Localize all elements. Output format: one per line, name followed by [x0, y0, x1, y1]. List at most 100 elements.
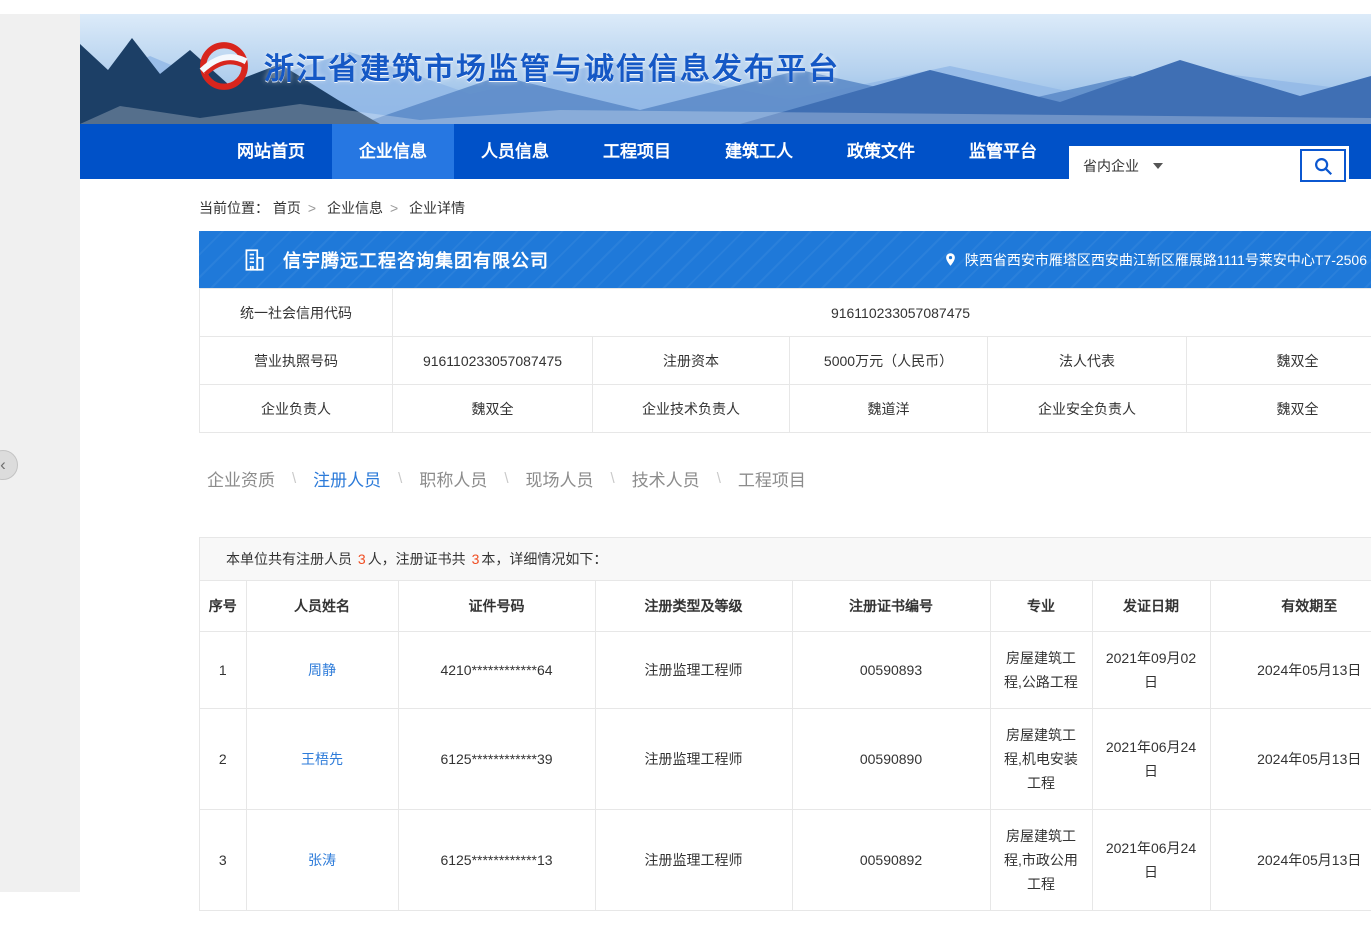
breadcrumb-link[interactable]: 企业信息 — [327, 200, 383, 216]
people-count: 3 — [356, 551, 368, 567]
registered-personnel-panel: 本单位共有注册人员 3人，注册证书共 3本，详细情况如下： 序号 人员姓名 证件… — [199, 537, 1371, 911]
summary-prefix: 本单位共有注册人员 — [226, 551, 356, 567]
nav-item[interactable]: 企业信息 — [332, 124, 454, 179]
info-value: 魏双全 — [1187, 385, 1371, 433]
cell-id-number: 4210************64 — [398, 632, 595, 709]
info-label: 法人代表 — [988, 337, 1187, 385]
cell-major: 房屋建筑工程,市政公用工程 — [990, 810, 1092, 911]
site-logo-icon — [198, 40, 250, 92]
info-row: 营业执照号码 916110233057087475 注册资本 5000万元（人民… — [200, 337, 1371, 385]
tab-separator: \ — [398, 470, 402, 487]
summary-line: 本单位共有注册人员 3人，注册证书共 3本，详细情况如下： — [200, 538, 1371, 581]
info-label: 统一社会信用代码 — [200, 289, 393, 337]
tab-separator: \ — [611, 470, 615, 487]
nav-search-box: 省内企业 — [1069, 146, 1349, 185]
col-header-major: 专业 — [990, 581, 1092, 632]
tab: 技术人员 \ — [624, 460, 730, 497]
tab-separator: \ — [504, 470, 508, 487]
cell-id-number: 6125************13 — [398, 810, 595, 911]
tab-link[interactable]: 企业资质 — [199, 460, 283, 497]
info-label: 企业安全负责人 — [988, 385, 1187, 433]
building-icon — [241, 247, 267, 273]
company-scope-select[interactable]: 省内企业 — [1069, 146, 1300, 185]
company-name: 信宇腾远工程咨询集团有限公司 — [283, 247, 549, 273]
nav-item[interactable]: 建筑工人 — [698, 124, 820, 179]
breadcrumb: 当前位置： 首页> 企业信息> 企业详情> — [80, 179, 1371, 231]
personnel-row: 3 张涛 6125************13 注册监理工程师 00590892… — [200, 810, 1371, 911]
cell-cert-no: 00590893 — [792, 632, 990, 709]
col-header-issue: 发证日期 — [1092, 581, 1210, 632]
nav-item[interactable]: 人员信息 — [454, 124, 576, 179]
location-pin-icon — [943, 251, 958, 268]
info-row: 企业负责人 魏双全 企业技术负责人 魏道洋 企业安全负责人 魏双全 — [200, 385, 1371, 433]
personnel-table: 序号 人员姓名 证件号码 注册类型及等级 注册证书编号 专业 发证日期 有效期至… — [200, 581, 1371, 910]
info-label: 企业技术负责人 — [593, 385, 790, 433]
cell-no: 1 — [200, 632, 246, 709]
site-title: 浙江省建筑市场监管与诚信信息发布平台 — [264, 44, 840, 88]
tab-link[interactable]: 技术人员 — [624, 460, 708, 497]
cell-valid-until: 2024年05月13日 — [1210, 709, 1371, 810]
chevron-down-icon — [1153, 163, 1163, 169]
cell-valid-until: 2024年05月13日 — [1210, 632, 1371, 709]
company-scope-value: 省内企业 — [1083, 156, 1139, 176]
cell-issue-date: 2021年06月24日 — [1092, 810, 1210, 911]
search-icon — [1312, 155, 1334, 177]
summary-mid: 人，注册证书共 — [368, 551, 470, 567]
breadcrumb-separator: > — [308, 200, 316, 216]
tab: 企业资质 \ — [199, 460, 305, 497]
tab-link[interactable]: 职称人员 — [411, 460, 495, 497]
nav-item[interactable]: 政策文件 — [820, 124, 942, 179]
breadcrumb-link[interactable]: 企业详情 — [409, 200, 465, 216]
personnel-row: 2 王梧先 6125************39 注册监理工程师 0059089… — [200, 709, 1371, 810]
page: 浙江省建筑市场监管与诚信信息发布平台 网站首页 企业信息 人员信息 工程项目 建… — [80, 14, 1371, 925]
info-label: 营业执照号码 — [200, 337, 393, 385]
cell-no: 3 — [200, 810, 246, 911]
info-value: 916110233057087475 — [393, 289, 1371, 337]
tab-link[interactable]: 现场人员 — [518, 460, 602, 497]
cell-major: 房屋建筑工程,机电安装工程 — [990, 709, 1092, 810]
cert-count: 3 — [470, 551, 482, 567]
tab: 现场人员 \ — [518, 460, 624, 497]
info-label: 企业负责人 — [200, 385, 393, 433]
breadcrumb-link[interactable]: 首页 — [273, 200, 301, 216]
tab-link[interactable]: 注册人员 — [305, 460, 389, 497]
cell-major: 房屋建筑工程,公路工程 — [990, 632, 1092, 709]
tab: 注册人员 \ — [305, 460, 411, 497]
nav-item[interactable]: 工程项目 — [576, 124, 698, 179]
col-header-name: 人员姓名 — [246, 581, 398, 632]
cell-issue-date: 2021年06月24日 — [1092, 709, 1210, 810]
cell-reg-type: 注册监理工程师 — [595, 632, 792, 709]
personnel-table-header-row: 序号 人员姓名 证件号码 注册类型及等级 注册证书编号 专业 发证日期 有效期至 — [200, 581, 1371, 632]
info-value: 魏道洋 — [790, 385, 988, 433]
personnel-row: 1 周静 4210************64 注册监理工程师 00590893… — [200, 632, 1371, 709]
tab-link[interactable]: 工程项目 — [730, 460, 814, 497]
company-info-table: 统一社会信用代码 916110233057087475 营业执照号码 91611… — [199, 288, 1371, 433]
cell-id-number: 6125************39 — [398, 709, 595, 810]
breadcrumb-separator: > — [390, 200, 398, 216]
tab-separator: \ — [292, 470, 296, 487]
detail-tabs: 企业资质 \ 注册人员 \ 职称人员 \ 现场人员 \ 技术人员 \ 工程项目 \ — [199, 460, 1371, 497]
person-name-link[interactable]: 王梧先 — [301, 751, 343, 767]
nav-item[interactable]: 网站首页 — [210, 124, 332, 179]
person-name-link[interactable]: 张涛 — [308, 852, 336, 868]
breadcrumb-item: 企业信息 > — [327, 200, 405, 216]
cell-no: 2 — [200, 709, 246, 810]
summary-suffix: 本，详细情况如下： — [481, 551, 607, 567]
cell-reg-type: 注册监理工程师 — [595, 709, 792, 810]
info-value: 魏双全 — [1187, 337, 1371, 385]
info-value: 魏双全 — [393, 385, 593, 433]
cell-reg-type: 注册监理工程师 — [595, 810, 792, 911]
cell-valid-until: 2024年05月13日 — [1210, 810, 1371, 911]
site-banner: 浙江省建筑市场监管与诚信信息发布平台 — [80, 14, 1371, 124]
info-label: 注册资本 — [593, 337, 790, 385]
cell-cert-no: 00590892 — [792, 810, 990, 911]
nav-item[interactable]: 监管平台 — [942, 124, 1064, 179]
info-value: 5000万元（人民币） — [790, 337, 988, 385]
search-button[interactable] — [1300, 149, 1346, 182]
company-address: 陕西省西安市雁塔区西安曲江新区雁展路1111号莱安中心T7-2506 — [943, 250, 1367, 270]
tab-separator: \ — [717, 470, 721, 487]
back-arrow-icon: ‹ — [0, 455, 6, 475]
breadcrumb-item: 首页 > — [273, 200, 323, 216]
person-name-link[interactable]: 周静 — [308, 662, 336, 678]
col-header-cert: 注册证书编号 — [792, 581, 990, 632]
